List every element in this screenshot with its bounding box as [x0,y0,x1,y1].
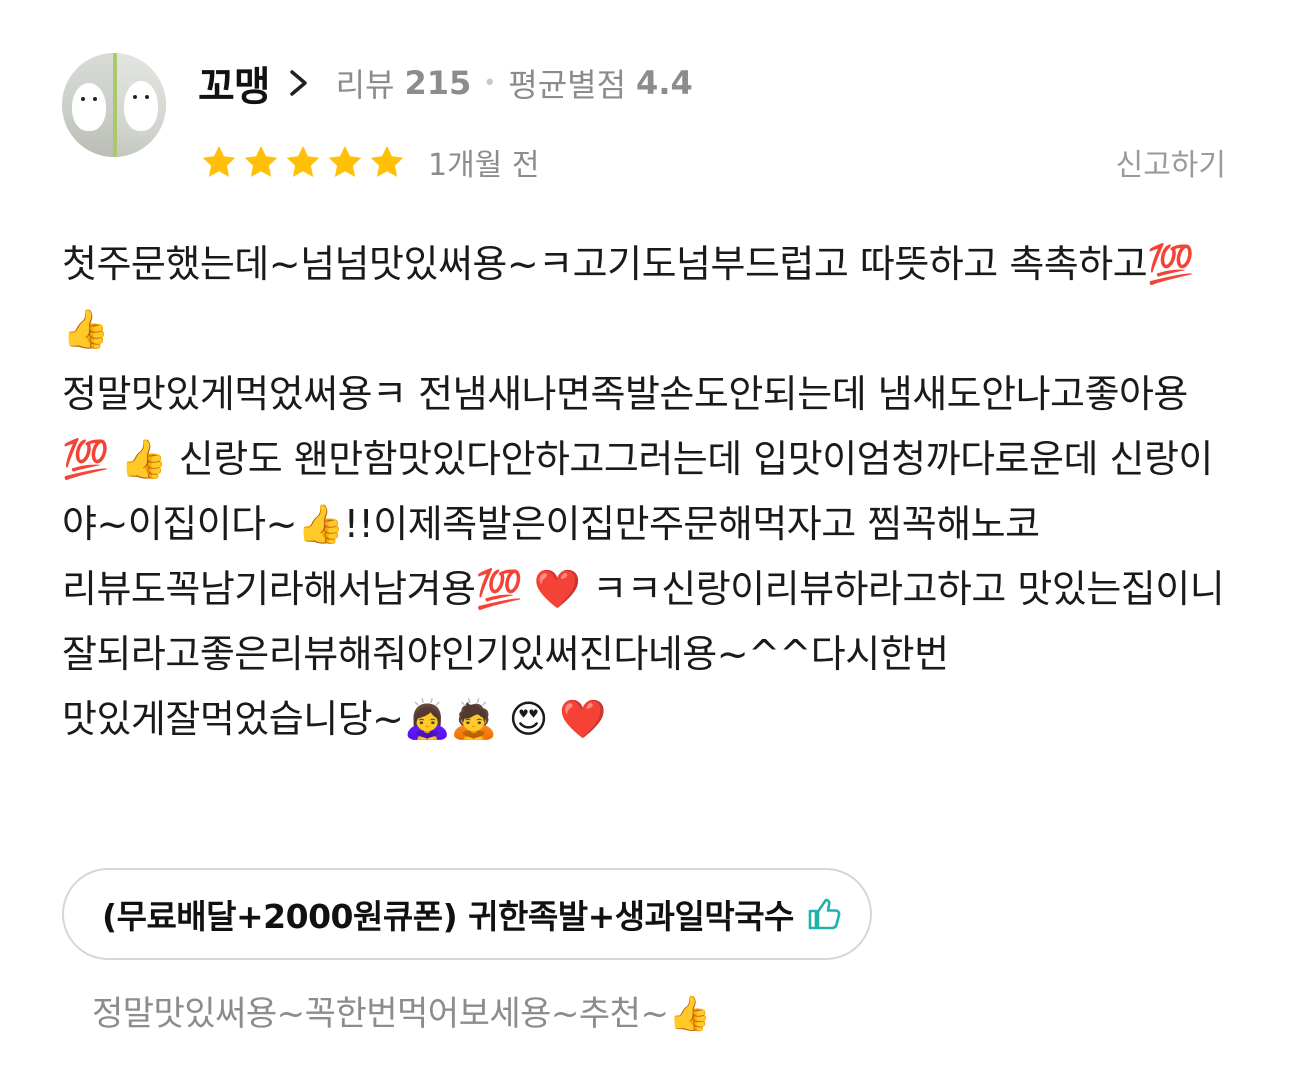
reviewer-stats: 리뷰 215 • 평균별점 4.4 [336,60,693,106]
star-icon [244,145,278,177]
review-count-label: 리뷰 [335,66,395,104]
review-text: 첫주문했는데~넘넘맛있써용~ㅋ고기도넘부드럽고 따뜻하고 촉촉하고💯 👍 정말맛… [62,242,1225,741]
rating-row: 1개월 전 [200,140,539,184]
reviewer-name[interactable]: 꼬맹 [198,54,271,112]
star-icon [370,145,404,177]
separator-dot: • [483,70,497,96]
review-card: 꼬맹 리뷰 215 • 평균별점 4.4 1개월 전 신고하기 첫주문했는데~넘… [0,0,1290,1076]
star-icon [286,145,320,177]
thumbs-up-outline-icon [808,898,841,930]
report-button[interactable]: 신고하기 [1116,140,1226,184]
reviewer-info: 꼬맹 리뷰 215 • 평균별점 4.4 [198,58,693,110]
dog-photo-left [72,83,106,131]
chevron-right-icon[interactable] [286,68,312,98]
dog-photo-right [124,81,158,131]
review-time: 1개월 전 [428,148,540,183]
ordered-menu-tag[interactable]: (무료배달+2000원큐폰) 귀한족발+생과일막국수 [62,868,872,960]
avg-rating: 4.4 [636,64,693,102]
avatar[interactable] [62,53,166,157]
review-count: 215 [404,64,472,102]
star-icon [202,145,236,177]
avg-rating-label: 평균별점 [508,66,627,104]
menu-name: (무료배달+2000원큐폰) 귀한족발+생과일막국수 [102,897,794,936]
menu-comment: 정말맛있써용~꼭한번먹어보세용~추천~👍 [92,993,711,1034]
star-icon [328,145,362,177]
star-rating [200,143,406,181]
